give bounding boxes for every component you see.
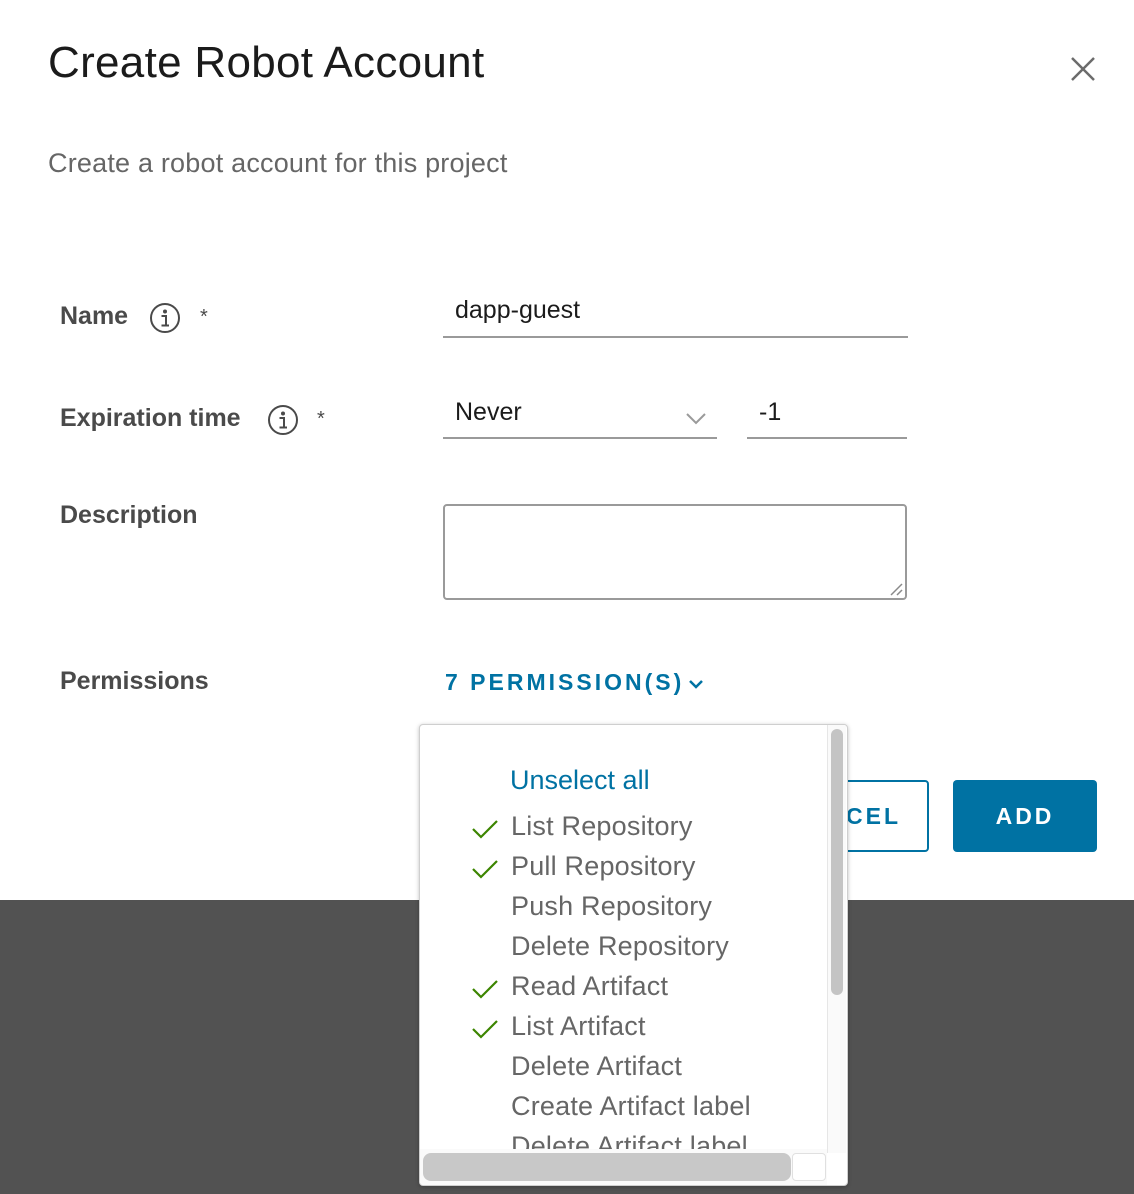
- permission-option-list-artifact[interactable]: List Artifact: [420, 1011, 820, 1051]
- expiration-select-value: Never: [455, 398, 522, 426]
- dialog-subtitle: Create a robot account for this project: [48, 148, 508, 178]
- description-label: Description: [60, 501, 198, 529]
- permission-option-label: Create Artifact label: [511, 1091, 751, 1121]
- permission-option-list-repository[interactable]: List Repository: [420, 811, 820, 851]
- permissions-label: Permissions: [60, 667, 209, 695]
- permission-option-create-artifact-label[interactable]: Create Artifact label: [420, 1091, 820, 1131]
- permission-option-label: Pull Repository: [511, 851, 696, 881]
- check-icon: [472, 1020, 498, 1039]
- expiration-select[interactable]: Never: [443, 398, 717, 439]
- permission-option-read-artifact[interactable]: Read Artifact: [420, 971, 820, 1011]
- description-textarea[interactable]: [443, 504, 907, 600]
- check-icon: [472, 820, 498, 839]
- permission-option-label: Delete Repository: [511, 931, 730, 961]
- expiration-days-input[interactable]: -1: [747, 398, 907, 439]
- scroll-track-end: [792, 1153, 826, 1181]
- required-marker: *: [200, 306, 208, 328]
- name-label: Name: [60, 302, 129, 330]
- dialog-title: Create Robot Account: [48, 38, 485, 87]
- check-icon: [472, 860, 498, 879]
- permission-option-push-repository[interactable]: Push Repository: [420, 891, 820, 931]
- required-marker: *: [317, 408, 325, 430]
- name-input-value: dapp-guest: [455, 296, 581, 324]
- check-icon: [472, 980, 498, 999]
- permission-option-label: Push Repository: [511, 891, 713, 921]
- info-icon[interactable]: [149, 302, 181, 334]
- vertical-scrollbar[interactable]: [827, 725, 846, 1153]
- name-input[interactable]: dapp-guest: [443, 296, 908, 338]
- permissions-dropdown: Unselect all List Repository Pull Reposi…: [419, 724, 848, 1186]
- chevron-down-icon: [689, 680, 704, 689]
- chevron-down-icon: [686, 413, 706, 425]
- permission-option-label: Delete Artifact: [511, 1051, 683, 1081]
- vertical-scroll-thumb[interactable]: [831, 729, 843, 995]
- permission-option-label: List Repository: [511, 811, 693, 841]
- permission-option-delete-repository[interactable]: Delete Repository: [420, 931, 820, 971]
- resize-handle-icon[interactable]: [887, 580, 903, 596]
- permissions-toggle[interactable]: 7 PERMISSION(S): [445, 669, 704, 696]
- permissions-toggle-label: 7 PERMISSION(S): [445, 669, 685, 695]
- permission-option-label: Read Artifact: [511, 971, 669, 1001]
- info-icon[interactable]: [267, 404, 299, 436]
- add-button[interactable]: ADD: [953, 780, 1097, 852]
- horizontal-scroll-thumb[interactable]: [423, 1153, 791, 1181]
- expiration-days-value: -1: [759, 398, 782, 426]
- horizontal-scrollbar[interactable]: [420, 1149, 827, 1185]
- permission-option-delete-artifact[interactable]: Delete Artifact: [420, 1051, 820, 1091]
- close-icon[interactable]: [1064, 50, 1102, 88]
- permission-option-label: List Artifact: [511, 1011, 646, 1041]
- unselect-all-link[interactable]: Unselect all: [510, 765, 650, 796]
- expiration-label: Expiration time: [60, 404, 241, 432]
- permission-option-pull-repository[interactable]: Pull Repository: [420, 851, 820, 891]
